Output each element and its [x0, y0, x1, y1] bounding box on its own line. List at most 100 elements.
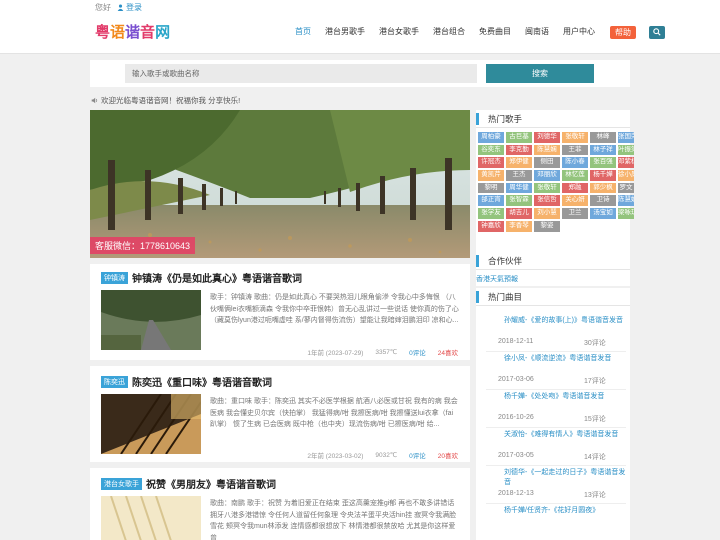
article-title-row[interactable]: 钟镇涛 钟镇涛《仍是如此真心》粤语谐音歌词 — [101, 270, 302, 285]
singer-tag[interactable]: 邓紫棋 — [618, 157, 634, 169]
singer-tag[interactable]: 邓丽欣 — [534, 170, 560, 181]
singer-tag[interactable]: 卫兰 — [562, 208, 588, 219]
singer-tag[interactable]: 邰正宵 — [478, 195, 504, 207]
search-input[interactable]: 输入歌手或歌曲名称 — [125, 64, 477, 83]
song-title[interactable]: 杨千嬅/任贤齐-《花好月圆夜》 — [504, 506, 626, 516]
article-card[interactable]: 港台女歌手 祝赞《男朋友》粤语谐音歌词 歌曲：南鹏 歌手：祝赞 为着旧爱正在结束… — [90, 468, 470, 540]
singer-tag[interactable]: 梁咏琪 — [618, 208, 634, 219]
singer-tag[interactable]: 张学友 — [478, 208, 504, 219]
article-title[interactable]: 祝赞《男朋友》粤语谐音歌词 — [146, 476, 276, 491]
song-item[interactable]: 杨千嬅/任贤齐-《花好月圆夜》 — [476, 504, 630, 540]
header-search-button[interactable] — [649, 25, 665, 39]
singer-tag[interactable]: 刘小慧 — [534, 208, 560, 219]
article-comments[interactable]: 0评论 — [409, 450, 426, 460]
search-button[interactable]: 搜索 — [486, 64, 594, 83]
article-thumbnail[interactable] — [101, 394, 201, 454]
article-card[interactable]: 钟镇涛 钟镇涛《仍是如此真心》粤语谐音歌词 歌手：钟镇涛 歌曲：仍是如此真心 不… — [90, 264, 470, 360]
singer-tag[interactable]: 黎姿 — [534, 220, 560, 232]
song-item[interactable]: 孙耀威-《爱的故事(上)》粤语谐音发音 2018-12-11 30评论 — [476, 314, 630, 352]
nav-item-female-singers[interactable]: 港台女歌手 — [372, 24, 426, 40]
song-item[interactable]: 徐小凤-《顺流逆流》粤语谐音发音 2017-03-06 17评论 — [476, 352, 630, 390]
singer-tag[interactable]: 黄凯芹 — [478, 170, 504, 181]
article-tag[interactable]: 钟镇涛 — [101, 271, 128, 284]
article-thumbnail[interactable] — [101, 290, 201, 350]
singer-tag[interactable]: 张智霖 — [506, 195, 532, 207]
singer-tag[interactable]: 古巨基 — [506, 132, 532, 143]
light-image — [101, 496, 201, 540]
singer-tag[interactable]: 刘德华 — [534, 132, 560, 143]
singer-tag[interactable]: 卫诗 — [590, 195, 616, 207]
article-comments[interactable]: 0评论 — [409, 347, 426, 357]
main-nav: 首页 港台男歌手 港台女歌手 港台组合 免费曲目 闽南语 用户中心 帮助 — [288, 24, 665, 40]
article-tag[interactable]: 港台女歌手 — [101, 477, 142, 490]
singer-tag[interactable]: 汤宝如 — [590, 208, 616, 219]
singer-tag[interactable]: 侧田 — [534, 157, 560, 169]
singer-tag[interactable]: 郑伊健 — [506, 157, 532, 169]
singer-tag[interactable]: 胡吉儿 — [506, 208, 532, 219]
singer-tag[interactable]: 林子祥 — [590, 144, 616, 156]
singer-tag[interactable]: 徐小凤 — [618, 170, 634, 181]
article-thumbnail[interactable] — [101, 496, 201, 540]
singer-tag[interactable]: 关心妍 — [562, 195, 588, 207]
song-item[interactable]: 刘德华-《一起走过的日子》粤语谐音发音 2018-12-13 13评论 — [476, 466, 630, 504]
nav-item-home[interactable]: 首页 — [288, 24, 318, 40]
song-item[interactable]: 杨千嬅-《处处吻》粤语谐音发音 2016-10-26 15评论 — [476, 390, 630, 428]
song-title[interactable]: 杨千嬅-《处处吻》粤语谐音发音 — [504, 392, 626, 402]
singer-tag[interactable]: 许冠杰 — [478, 157, 504, 169]
article-title[interactable]: 钟镇涛《仍是如此真心》粤语谐音歌词 — [132, 270, 302, 285]
article-title-row[interactable]: 陈奕迅 陈奕迅《重口味》粤语谐音歌词 — [101, 374, 272, 389]
singer-tag[interactable]: 叶振棠 — [618, 144, 634, 156]
song-title[interactable]: 关淑怡-《难得有情人》粤语谐音发音 — [504, 430, 626, 440]
singer-tag[interactable]: 罗文 — [618, 182, 634, 194]
song-title[interactable]: 孙耀威-《爱的故事(上)》粤语谐音发音 — [504, 316, 626, 326]
hero-banner[interactable]: 客服微信：1778610643 — [90, 110, 470, 258]
site-logo[interactable]: 粤语谐音网 — [95, 21, 170, 42]
nav-item-minnan[interactable]: 闽南语 — [518, 24, 556, 40]
article-excerpt: 歌曲：南鹏 歌手：祝赞 为着旧爱正在结束 歪这高羹宠推gi郁 再也不敢多讲错话 … — [210, 500, 457, 540]
article-meta: 2年前 (2023-03-02) 9032℃ 0评论 20喜欢 — [307, 450, 458, 460]
partner-link[interactable]: 香港天氣預報 — [476, 274, 518, 284]
singer-tag[interactable]: 周华健 — [506, 182, 532, 194]
help-button[interactable]: 帮助 — [610, 25, 636, 39]
singer-tag[interactable]: 郭少枫 — [590, 182, 616, 194]
top-bar: 您好 登录 — [0, 0, 720, 14]
tree-avenue-image — [90, 110, 470, 258]
nav-item-male-singers[interactable]: 港台男歌手 — [318, 24, 372, 40]
singer-tag[interactable]: 王杰 — [506, 170, 532, 181]
singer-tag[interactable]: 陈小春 — [562, 157, 588, 169]
singer-tag[interactable]: 李香琴 — [506, 220, 532, 232]
nav-item-groups[interactable]: 港台组合 — [426, 24, 472, 40]
singer-tag[interactable]: 王菲 — [562, 144, 588, 156]
article-card[interactable]: 陈奕迅 陈奕迅《重口味》粤语谐音歌词 歌曲：重口味 歌手：陈奕迅 其实不必医学根… — [90, 366, 470, 462]
singer-tag[interactable]: 郑融 — [562, 182, 588, 194]
singer-tag[interactable]: 钟嘉欣 — [478, 220, 504, 232]
login-link[interactable]: 登录 — [117, 2, 142, 13]
singer-tag[interactable]: 陈慧娴 — [618, 195, 634, 207]
singer-tag[interactable]: 周柏豪 — [478, 132, 504, 143]
nav-item-free-songs[interactable]: 免费曲目 — [472, 24, 518, 40]
singer-tag[interactable]: 陈慧娴 — [534, 144, 560, 156]
article-title[interactable]: 陈奕迅《重口味》粤语谐音歌词 — [132, 374, 272, 389]
singer-tag[interactable]: 林峰 — [590, 132, 616, 143]
singer-tag[interactable]: 张国荣 — [618, 132, 634, 143]
article-likes[interactable]: 20喜欢 — [438, 450, 458, 460]
song-title[interactable]: 刘德华-《一起走过的日子》粤语谐音发音 — [504, 468, 626, 488]
article-title-row[interactable]: 港台女歌手 祝赞《男朋友》粤语谐音歌词 — [101, 476, 276, 491]
singer-tag[interactable]: 黎明 — [478, 182, 504, 194]
hot-singers-title: 热门歌手 — [476, 110, 630, 128]
singer-tag[interactable]: 张敬轩 — [534, 182, 560, 194]
article-likes[interactable]: 24喜欢 — [438, 347, 458, 357]
singer-tag[interactable]: 谷奕东 — [478, 144, 504, 156]
singer-tag[interactable]: 张信哲 — [534, 195, 560, 207]
singer-tag[interactable]: 林忆莲 — [562, 170, 588, 181]
login-label: 登录 — [126, 3, 142, 12]
singer-tag[interactable]: 李克勤 — [506, 144, 532, 156]
hot-songs-panel: 热门曲目 孙耀威-《爱的故事(上)》粤语谐音发音 2018-12-11 30评论 徐小… — [476, 288, 630, 540]
nav-item-user-center[interactable]: 用户中心 — [556, 24, 602, 40]
song-title[interactable]: 徐小凤-《顺流逆流》粤语谐音发音 — [504, 354, 626, 364]
singer-tag[interactable]: 张敬轩 — [562, 132, 588, 143]
song-item[interactable]: 关淑怡-《难得有情人》粤语谐音发音 2017-03-05 14评论 — [476, 428, 630, 466]
singer-tag[interactable]: 张百强 — [590, 157, 616, 169]
singer-tag[interactable]: 杨千嬅 — [590, 170, 616, 181]
article-tag[interactable]: 陈奕迅 — [101, 375, 128, 388]
